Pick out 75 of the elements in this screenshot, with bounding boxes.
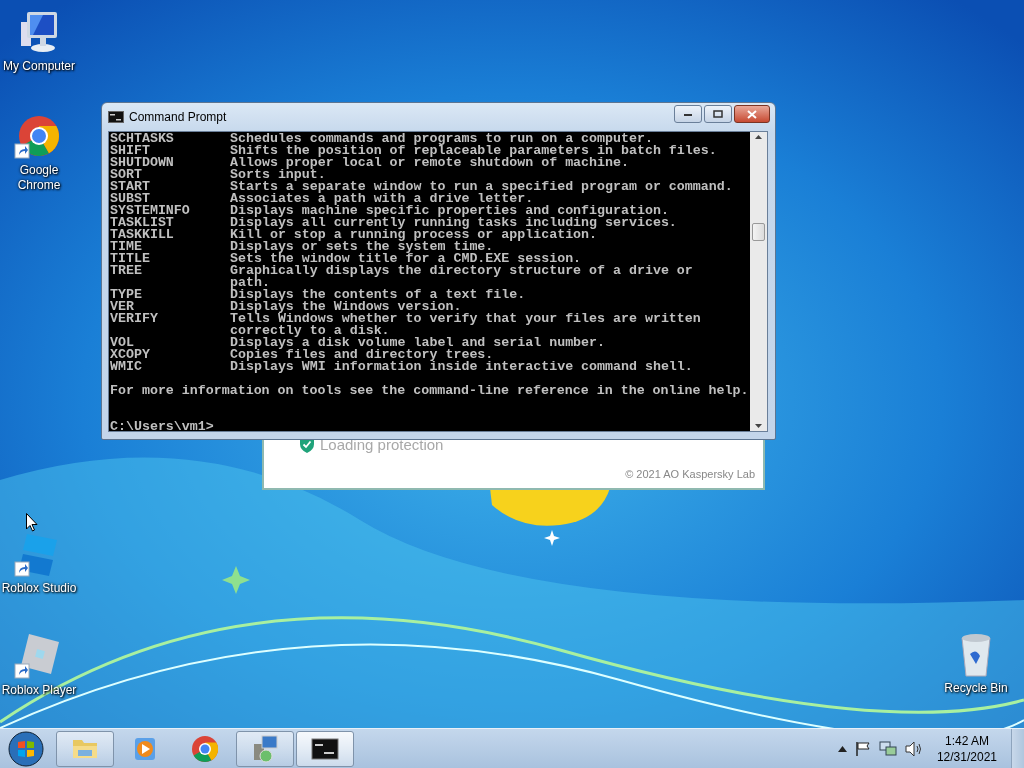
flag-icon[interactable] [854,740,871,757]
clock-date: 12/31/2021 [936,748,997,765]
play-icon [135,737,155,760]
scroll-down-icon[interactable] [755,424,762,428]
caret-icon[interactable] [837,745,847,752]
volume-icon[interactable] [904,740,923,757]
minimize-button[interactable] [674,105,702,123]
icon-label[interactable]: Recycle Bin [944,681,1008,696]
command-name: VER [110,299,134,314]
chrome-icon [192,735,219,762]
command-name: TITLE [110,251,150,266]
command-name: SHUTDOWN [110,155,174,170]
command-name: SUBST [110,191,150,206]
clock-time: 1:42 AM [944,732,989,749]
command-name: TYPE [110,287,142,302]
status-text: Loading protection [320,436,444,453]
command-description: Starts a separate window to run a specified program or command. [230,181,733,193]
command-description: Displays machine specific properties and configuration. [230,205,669,217]
icon-label[interactable]: Google Chrome [0,163,78,193]
command-name: TREE [110,263,142,278]
command-name: XCOPY [110,347,150,362]
scrollbar[interactable] [750,132,767,431]
command-name: SORT [110,167,142,182]
help-text: For more information on tools see the command-line reference in the online help. [110,385,749,397]
command-name: TASKKILL [110,227,174,242]
command-description: Kill or stop a running process or application. [230,229,598,241]
clock[interactable]: 1:42 AM 12/31/2021 [930,732,1003,765]
icon-label[interactable]: My Computer [3,59,75,74]
minimize-icon [683,111,693,117]
console-icon [311,738,339,759]
command-name: WMIC [110,359,142,374]
sparkle-icon [544,530,560,546]
command-description: Displays or sets the system time. [230,241,494,253]
scroll-thumb[interactable] [752,222,765,241]
copyright-text: © 2021 AO Kaspersky Lab [625,468,755,480]
command-name: VERIFY [110,311,158,326]
command-description: Displays all currently running tasks including services. [230,217,677,229]
command-name: VOL [110,335,134,350]
command-name: SHIFT [110,143,150,158]
window-title: Command Prompt [129,110,228,124]
command-description: Associates a path with a drive letter. [230,193,534,205]
command-description: Displays the Windows version. [230,301,462,313]
command-description: Tells Windows whether to verify that your files are written [230,313,701,325]
command-description: Shifts the position of replaceable parameters in batch files. [230,145,717,157]
command-description: Graphically displays the directory structure of a drive or [230,265,693,277]
command-prompt: C:\Users\vm1> [110,421,214,431]
command-name: SCHTASKS [110,132,174,146]
close-button[interactable] [734,105,770,123]
command-description: Copies files and directory trees. [230,349,494,361]
folder-icon [73,739,97,758]
command-description: Displays the contents of a text file. [230,289,526,301]
maximize-button[interactable] [704,105,732,123]
close-icon [747,109,757,119]
command-description: path. [230,277,270,289]
cursor-icon [26,513,38,532]
taskbar-button[interactable] [296,730,354,767]
scroll-up-icon[interactable] [755,135,762,139]
command-description: Schedules commands and programs to run on a computer. [230,133,653,145]
command-description: Displays WMI information inside interactive command shell. [230,361,693,373]
start-button[interactable] [6,729,46,768]
command-name: START [110,179,150,194]
sparkle-icon [222,566,250,594]
maximize-icon [713,110,723,118]
command-description: Sets the window title for a CMD.EXE session. [230,253,582,265]
command-description: correctly to a disk. [230,325,390,337]
console-icon [108,111,124,123]
icon-label[interactable]: Roblox Studio [1,581,77,596]
command-name: SYSTEMINFO [110,203,190,218]
network-icon[interactable] [878,740,897,757]
command-description: Sorts input. [230,169,326,181]
installer-icon [254,735,278,762]
command-name: TASKLIST [110,215,174,230]
command-name: TIME [110,239,142,254]
command-description: Allows proper local or remote shutdown of machine. [230,157,629,169]
command-description: Displays a disk volume label and serial number. [230,337,606,349]
